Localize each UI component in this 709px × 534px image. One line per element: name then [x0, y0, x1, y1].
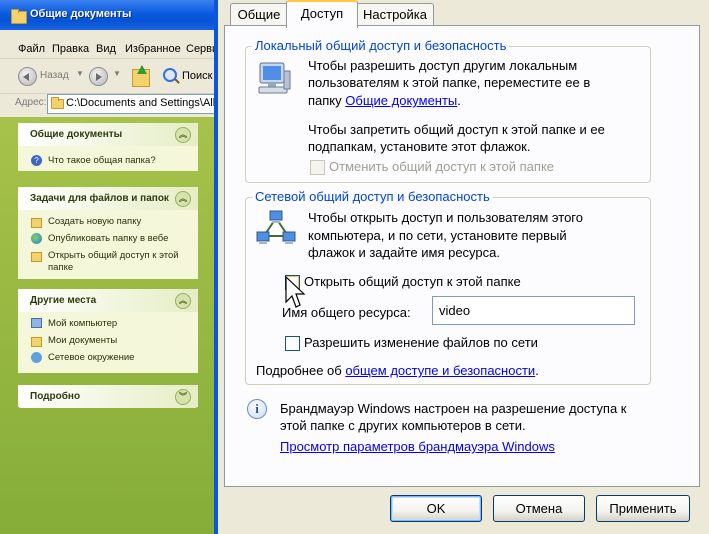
firewall-line-2: этой папке с других компьютеров в сети. — [280, 418, 526, 433]
share-folder-checkbox-label: Открыть общий доступ к этой папке — [304, 274, 521, 289]
address-input[interactable]: C:\Documents and Settings\All Users\ — [47, 94, 214, 114]
chevron-up-icon[interactable]: ︽ — [175, 127, 191, 143]
menu-bar: Файл Правка Вид Избранное Сервис — [0, 36, 214, 59]
panel-details: Подробно ︾ — [18, 385, 198, 408]
help-icon: ? — [31, 155, 42, 166]
dialog-frame-left — [214, 0, 218, 534]
back-button[interactable] — [18, 67, 37, 86]
sharing-tab-page: Локальный общий доступ и безопасность Чт… — [224, 25, 700, 487]
local-line-5: подпапкам, установите этот флажок. — [308, 139, 531, 154]
shared-documents-link[interactable]: Общие документы — [345, 93, 457, 108]
explorer-title: Общие документы — [30, 8, 132, 20]
panel-shared-documents: Общие документы ︽ ? Что такое общая папк… — [18, 123, 198, 171]
address-value: C:\Documents and Settings\All Users\ — [66, 97, 214, 109]
network-icon — [256, 210, 296, 244]
panel-title: Задачи для файлов и папок — [30, 193, 169, 204]
search-button-label[interactable]: Поиск — [182, 70, 212, 82]
explorer-window: Общие документы Файл Правка Вид Избранно… — [0, 0, 214, 534]
search-icon[interactable] — [163, 68, 177, 82]
task-pane: Общие документы ︽ ? Что такое общая папк… — [0, 117, 214, 534]
network-sharing-title: Сетевой общий доступ и безопасность — [252, 189, 493, 204]
panel-header[interactable]: Подробно ︾ — [18, 385, 198, 408]
cancel-button[interactable]: Отмена — [493, 495, 585, 522]
local-line-1: Чтобы разрешить доступ другим локальным — [308, 58, 578, 73]
panel-other-places: Другие места ︽ Мой компьютер Мои докумен… — [18, 289, 198, 373]
sharing-security-link[interactable]: общем доступе и безопасности — [345, 363, 535, 378]
network-places-icon — [31, 352, 42, 363]
local-sharing-title: Локальный общий доступ и безопасность — [252, 38, 510, 53]
panel-header[interactable]: Общие документы ︽ — [18, 123, 198, 146]
local-line-3: папку Общие документы. — [308, 93, 461, 108]
properties-dialog: Общие Доступ Настройка Локальный общий д… — [214, 0, 709, 534]
share-folder-icon — [31, 252, 42, 262]
allow-change-checkbox-label: Разрешить изменение файлов по сети — [304, 335, 538, 350]
panel-file-folder-tasks: Задачи для файлов и папок ︽ Создать нову… — [18, 187, 198, 279]
unshare-checkbox[interactable] — [310, 160, 325, 175]
network-line-3: флажок и задайте имя ресурса. — [308, 245, 500, 260]
menu-tools[interactable]: Сервис — [186, 43, 214, 55]
forward-button[interactable] — [89, 67, 108, 86]
allow-change-checkbox[interactable] — [285, 336, 300, 351]
ok-button[interactable]: OK — [390, 495, 482, 522]
panel-title: Общие документы — [30, 129, 123, 140]
menu-view[interactable]: Вид — [96, 43, 116, 55]
my-documents-icon — [31, 337, 42, 347]
address-folder-icon — [51, 97, 64, 109]
folder-up-icon[interactable] — [132, 65, 150, 87]
local-line-2: пользователям к этой папке, переместите … — [308, 75, 591, 90]
apply-button[interactable]: Применить — [596, 495, 690, 522]
address-bar: Адрес: C:\Documents and Settings\All Use… — [0, 94, 214, 116]
panel-title: Другие места — [30, 295, 97, 306]
my-computer-icon — [31, 318, 42, 328]
mouse-cursor-icon — [285, 276, 306, 308]
chevron-up-icon[interactable]: ︽ — [175, 293, 191, 309]
panel-header[interactable]: Задачи для файлов и папок ︽ — [18, 187, 198, 210]
explorer-title-bar[interactable]: Общие документы — [0, 0, 214, 30]
publish-web-icon — [31, 233, 42, 244]
tab-strip: Общие Доступ Настройка — [224, 0, 704, 28]
local-sharing-group: Локальный общий доступ и безопасность Чт… — [245, 38, 651, 183]
menu-favorites[interactable]: Избранное — [125, 43, 181, 55]
firewall-settings-link[interactable]: Просмотр параметров брандмауэра Windows — [280, 438, 555, 455]
local-line-4: Чтобы запретить общий доступ к этой папк… — [308, 122, 605, 137]
chevron-down-icon[interactable]: ︾ — [175, 389, 191, 405]
folder-icon — [11, 9, 27, 24]
toolbar: Назад ▼ ▼ Поиск — [0, 59, 214, 94]
tab-general[interactable]: Общие — [230, 3, 288, 25]
tab-sharing[interactable]: Доступ — [286, 0, 358, 28]
address-label: Адрес: — [15, 97, 47, 108]
network-line-1: Чтобы открыть доступ и пользователям это… — [308, 210, 583, 225]
back-label[interactable]: Назад — [40, 70, 69, 81]
forward-dropdown-icon[interactable]: ▼ — [113, 69, 121, 78]
menu-file[interactable]: Файл — [18, 43, 45, 55]
unshare-checkbox-label: Отменить общий доступ к этой папке — [329, 159, 555, 174]
panel-header[interactable]: Другие места ︽ — [18, 289, 198, 312]
tab-customize[interactable]: Настройка — [356, 3, 434, 25]
network-line-2: компьютера, и по сети, установите первый — [308, 228, 567, 243]
share-name-input[interactable] — [432, 296, 635, 325]
back-dropdown-icon[interactable]: ▼ — [76, 69, 84, 78]
more-info-line: Подробнее об общем доступе и безопасност… — [256, 363, 539, 378]
firewall-line-1: Брандмауэр Windows настроен на разрешени… — [280, 401, 627, 416]
share-name-field[interactable] — [433, 297, 634, 324]
menu-edit[interactable]: Правка — [52, 43, 89, 55]
chevron-up-icon[interactable]: ︽ — [175, 191, 191, 207]
new-folder-icon — [31, 218, 42, 228]
panel-title: Подробно — [30, 391, 81, 402]
info-icon: i — [247, 399, 267, 419]
computer-icon — [258, 62, 291, 94]
